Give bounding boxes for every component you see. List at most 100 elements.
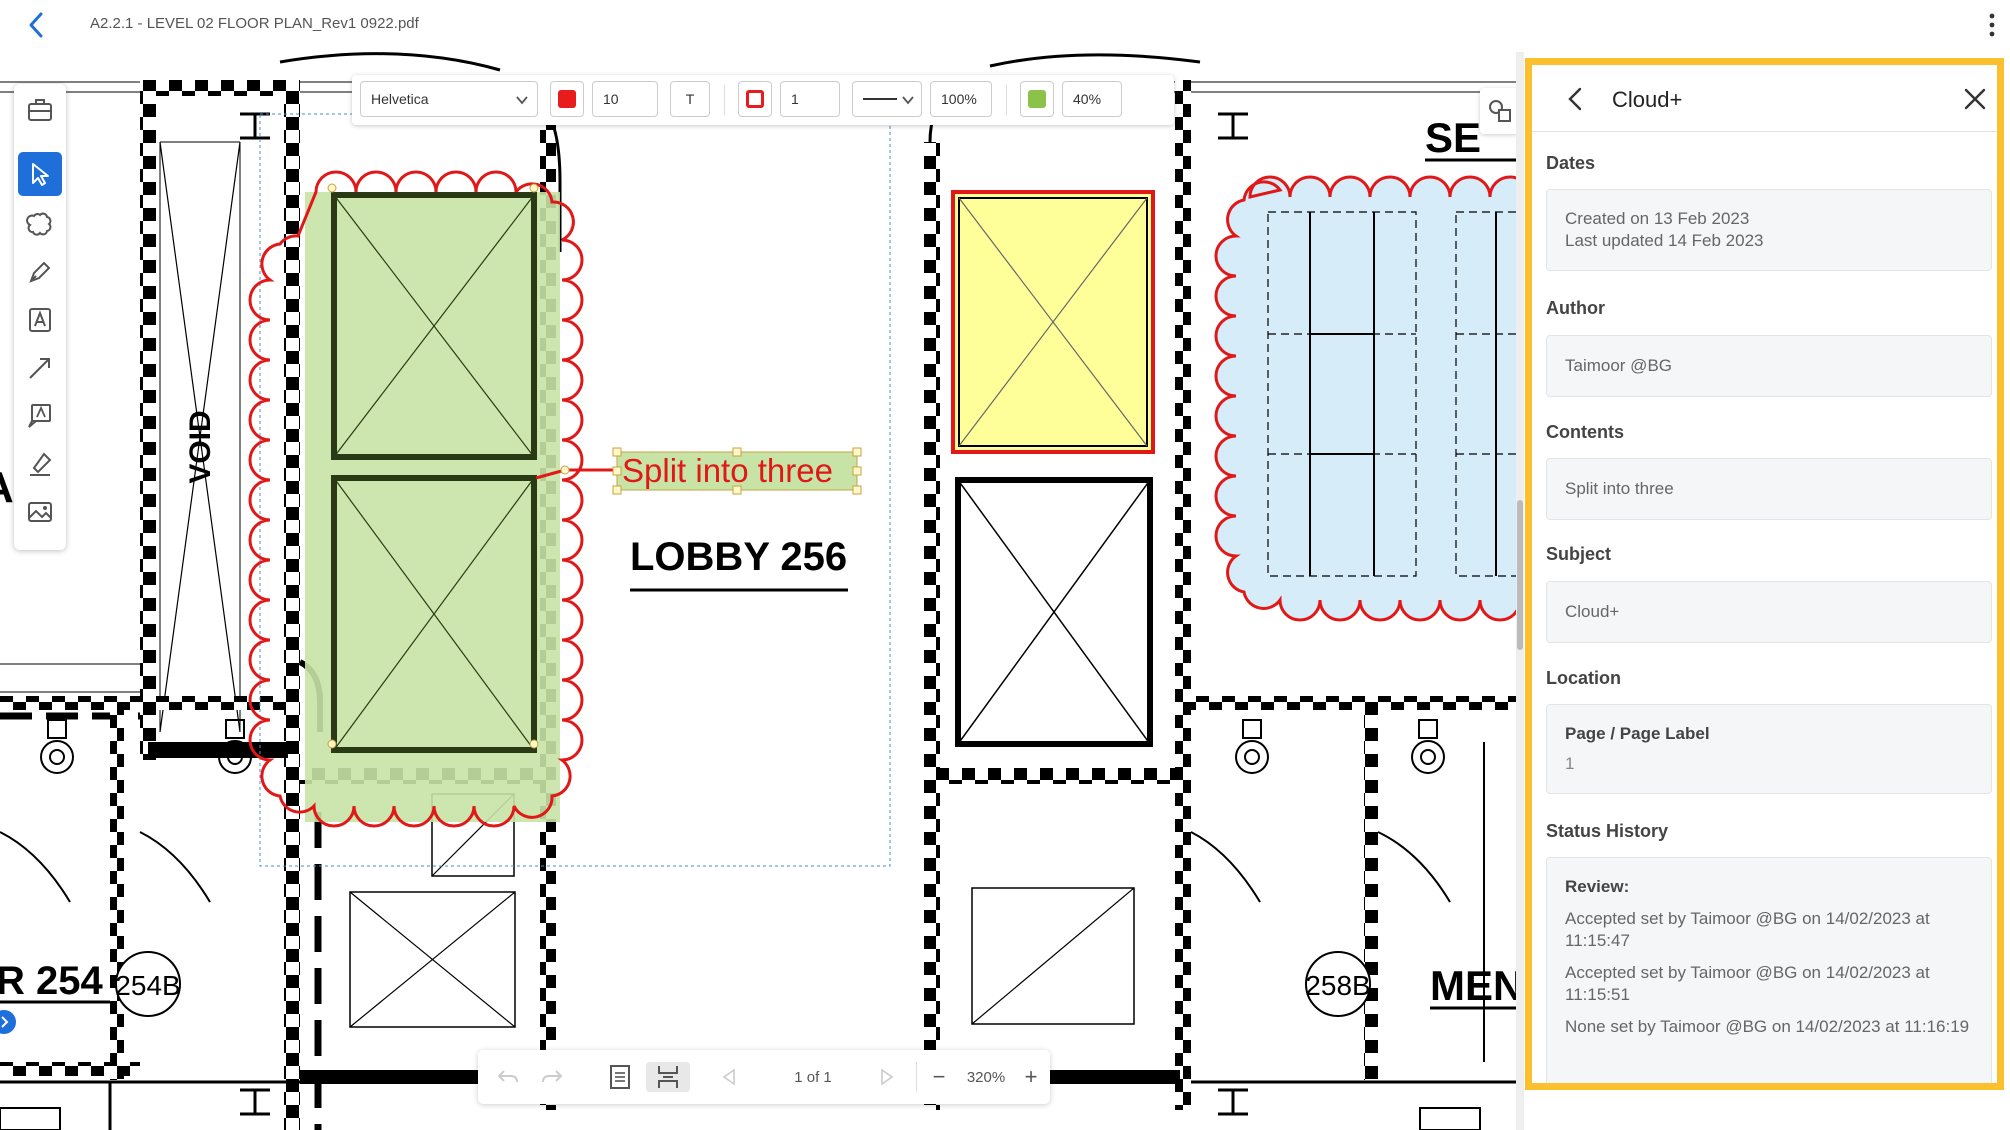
history-entry: Accepted set by Taimoor @BG on 14/02/202… xyxy=(1565,963,1930,1004)
callout-text[interactable]: Split into three xyxy=(622,452,833,489)
room-254-label: R 254 xyxy=(0,959,103,1003)
review-heading: Review: xyxy=(1565,877,1630,896)
fill-opacity-input[interactable]: 40% xyxy=(1062,81,1122,117)
tag-258b: 258B xyxy=(1305,970,1370,1001)
svg-text:A: A xyxy=(0,463,14,512)
zoom-in-button[interactable]: + xyxy=(1016,1062,1046,1092)
cloud-tool[interactable] xyxy=(18,202,62,246)
text-color-swatch xyxy=(558,90,576,108)
stroke-width-input[interactable]: 1 xyxy=(780,81,840,117)
line-style-select[interactable] xyxy=(852,81,922,117)
line-style-icon xyxy=(863,98,897,100)
contents-label: Contents xyxy=(1546,422,1624,442)
annotation-properties-panel: Cloud+ Dates Created on 13 Feb 2023 Last… xyxy=(1525,58,2004,1090)
toolbar-divider xyxy=(1006,85,1007,115)
location-value: 1 xyxy=(1565,754,1575,773)
chevron-down-icon xyxy=(516,96,528,105)
zoom-out-button[interactable]: − xyxy=(924,1062,954,1092)
font-size-value: 10 xyxy=(603,91,619,107)
image-tool[interactable] xyxy=(18,490,62,534)
viewer-scrollbar-thumb[interactable] xyxy=(1517,500,1523,650)
back-chevron-icon[interactable] xyxy=(1562,85,1590,113)
top-bar: A2.2.1 - LEVEL 02 FLOOR PLAN_Rev1 0922.p… xyxy=(0,0,2010,50)
location-heading: Page / Page Label xyxy=(1565,724,1710,743)
author-label: Author xyxy=(1546,298,1605,318)
shapes-button[interactable] xyxy=(1480,88,1520,134)
text-t-icon: T xyxy=(685,91,695,107)
location-label: Location xyxy=(1546,668,1621,688)
arrow-tool[interactable] xyxy=(18,346,62,390)
page-indicator[interactable]: 1 of 1 xyxy=(758,1062,868,1092)
font-select-value: Helvetica xyxy=(371,91,429,107)
prev-page-button[interactable] xyxy=(714,1062,744,1092)
panel-header: Cloud+ xyxy=(1532,65,1997,132)
fill-opacity-value: 40% xyxy=(1073,91,1102,107)
cursor-icon xyxy=(32,163,49,186)
bottom-nav-bar: 1 of 1 − 320% + xyxy=(478,1050,1050,1104)
text-box-icon xyxy=(29,308,51,332)
arrow-line-icon xyxy=(29,358,50,379)
history-entry: None set by Taimoor @BG on 14/02/2023 at… xyxy=(1565,1017,1970,1036)
author-field[interactable]: Taimoor @BG xyxy=(1546,335,1992,397)
status-history-label: Status History xyxy=(1546,821,1669,841)
zoom-level[interactable]: 320% xyxy=(956,1062,1016,1092)
chevron-down-icon xyxy=(902,96,914,105)
men-label: MEN xyxy=(1430,962,1520,1009)
continuous-view-button[interactable] xyxy=(646,1062,690,1092)
briefcase-tool[interactable] xyxy=(18,88,62,132)
blue-cloud-annotation[interactable] xyxy=(1214,175,1520,622)
page-icon xyxy=(610,1065,630,1089)
lobby-label: LOBBY 256 xyxy=(630,535,847,579)
location-field: Page / Page Label 1 xyxy=(1546,704,1992,794)
undo-icon xyxy=(497,1070,518,1083)
subject-value: Cloud+ xyxy=(1565,602,1620,621)
dates-field: Created on 13 Feb 2023 Last updated 14 F… xyxy=(1546,189,1992,271)
pdf-viewer[interactable]: VOID 254B R 254 Split into three LOBBY 2… xyxy=(0,52,1520,1130)
dates-label: Dates xyxy=(1546,153,1596,173)
subject-label: Subject xyxy=(1546,544,1612,564)
tool-palette xyxy=(14,84,66,550)
callout-icon xyxy=(28,404,51,428)
undo-button[interactable] xyxy=(490,1062,526,1092)
more-vertical-icon[interactable] xyxy=(1982,12,2002,38)
triangle-left-icon xyxy=(722,1068,735,1086)
toolbar-divider xyxy=(724,85,725,115)
text-tool[interactable] xyxy=(18,298,62,342)
format-toolbar: Helvetica 10 T 1 100% 40% xyxy=(352,75,1174,125)
bottom-divider xyxy=(916,1062,917,1092)
stroke-color-button[interactable] xyxy=(738,81,772,117)
status-history-field: Review: Accepted set by Taimoor @BG on 1… xyxy=(1546,857,1992,1083)
stroke-width-value: 1 xyxy=(791,91,799,107)
briefcase-icon xyxy=(28,99,52,121)
fill-color-button[interactable] xyxy=(1020,81,1054,117)
void-label: VOID xyxy=(184,410,217,483)
callout-tool[interactable] xyxy=(18,394,62,438)
expand-side-icon[interactable] xyxy=(0,1010,16,1034)
font-size-input[interactable]: 10 xyxy=(592,81,658,117)
font-select[interactable]: Helvetica xyxy=(360,81,538,117)
author-value: Taimoor @BG xyxy=(1565,356,1673,375)
pen-tool[interactable] xyxy=(18,250,62,294)
back-arrow-icon[interactable] xyxy=(22,10,52,40)
floor-plan-drawing[interactable]: VOID 254B R 254 Split into three LOBBY 2… xyxy=(0,52,1520,1130)
text-style-button[interactable]: T xyxy=(670,81,710,117)
single-page-view-button[interactable] xyxy=(602,1062,638,1092)
contents-value: Split into three xyxy=(1565,479,1674,498)
cloud-shape-icon xyxy=(26,212,52,236)
contents-field[interactable]: Split into three xyxy=(1546,458,1992,520)
subject-field[interactable]: Cloud+ xyxy=(1546,581,1992,643)
highlighter-tool[interactable] xyxy=(18,442,62,486)
triangle-right-icon xyxy=(881,1068,894,1086)
updated-date: Last updated 14 Feb 2023 xyxy=(1565,231,1764,250)
document-title: A2.2.1 - LEVEL 02 FLOOR PLAN_Rev1 0922.p… xyxy=(90,15,419,32)
shapes-icon xyxy=(1489,100,1511,122)
redo-button[interactable] xyxy=(534,1062,570,1092)
stroke-opacity-input[interactable]: 100% xyxy=(930,81,992,117)
fill-color-swatch xyxy=(1028,90,1046,108)
redo-icon xyxy=(542,1070,563,1083)
select-tool[interactable] xyxy=(18,152,62,196)
stroke-color-swatch xyxy=(746,90,764,108)
close-icon[interactable] xyxy=(1961,85,1989,113)
next-page-button[interactable] xyxy=(872,1062,902,1092)
text-color-button[interactable] xyxy=(550,81,584,117)
